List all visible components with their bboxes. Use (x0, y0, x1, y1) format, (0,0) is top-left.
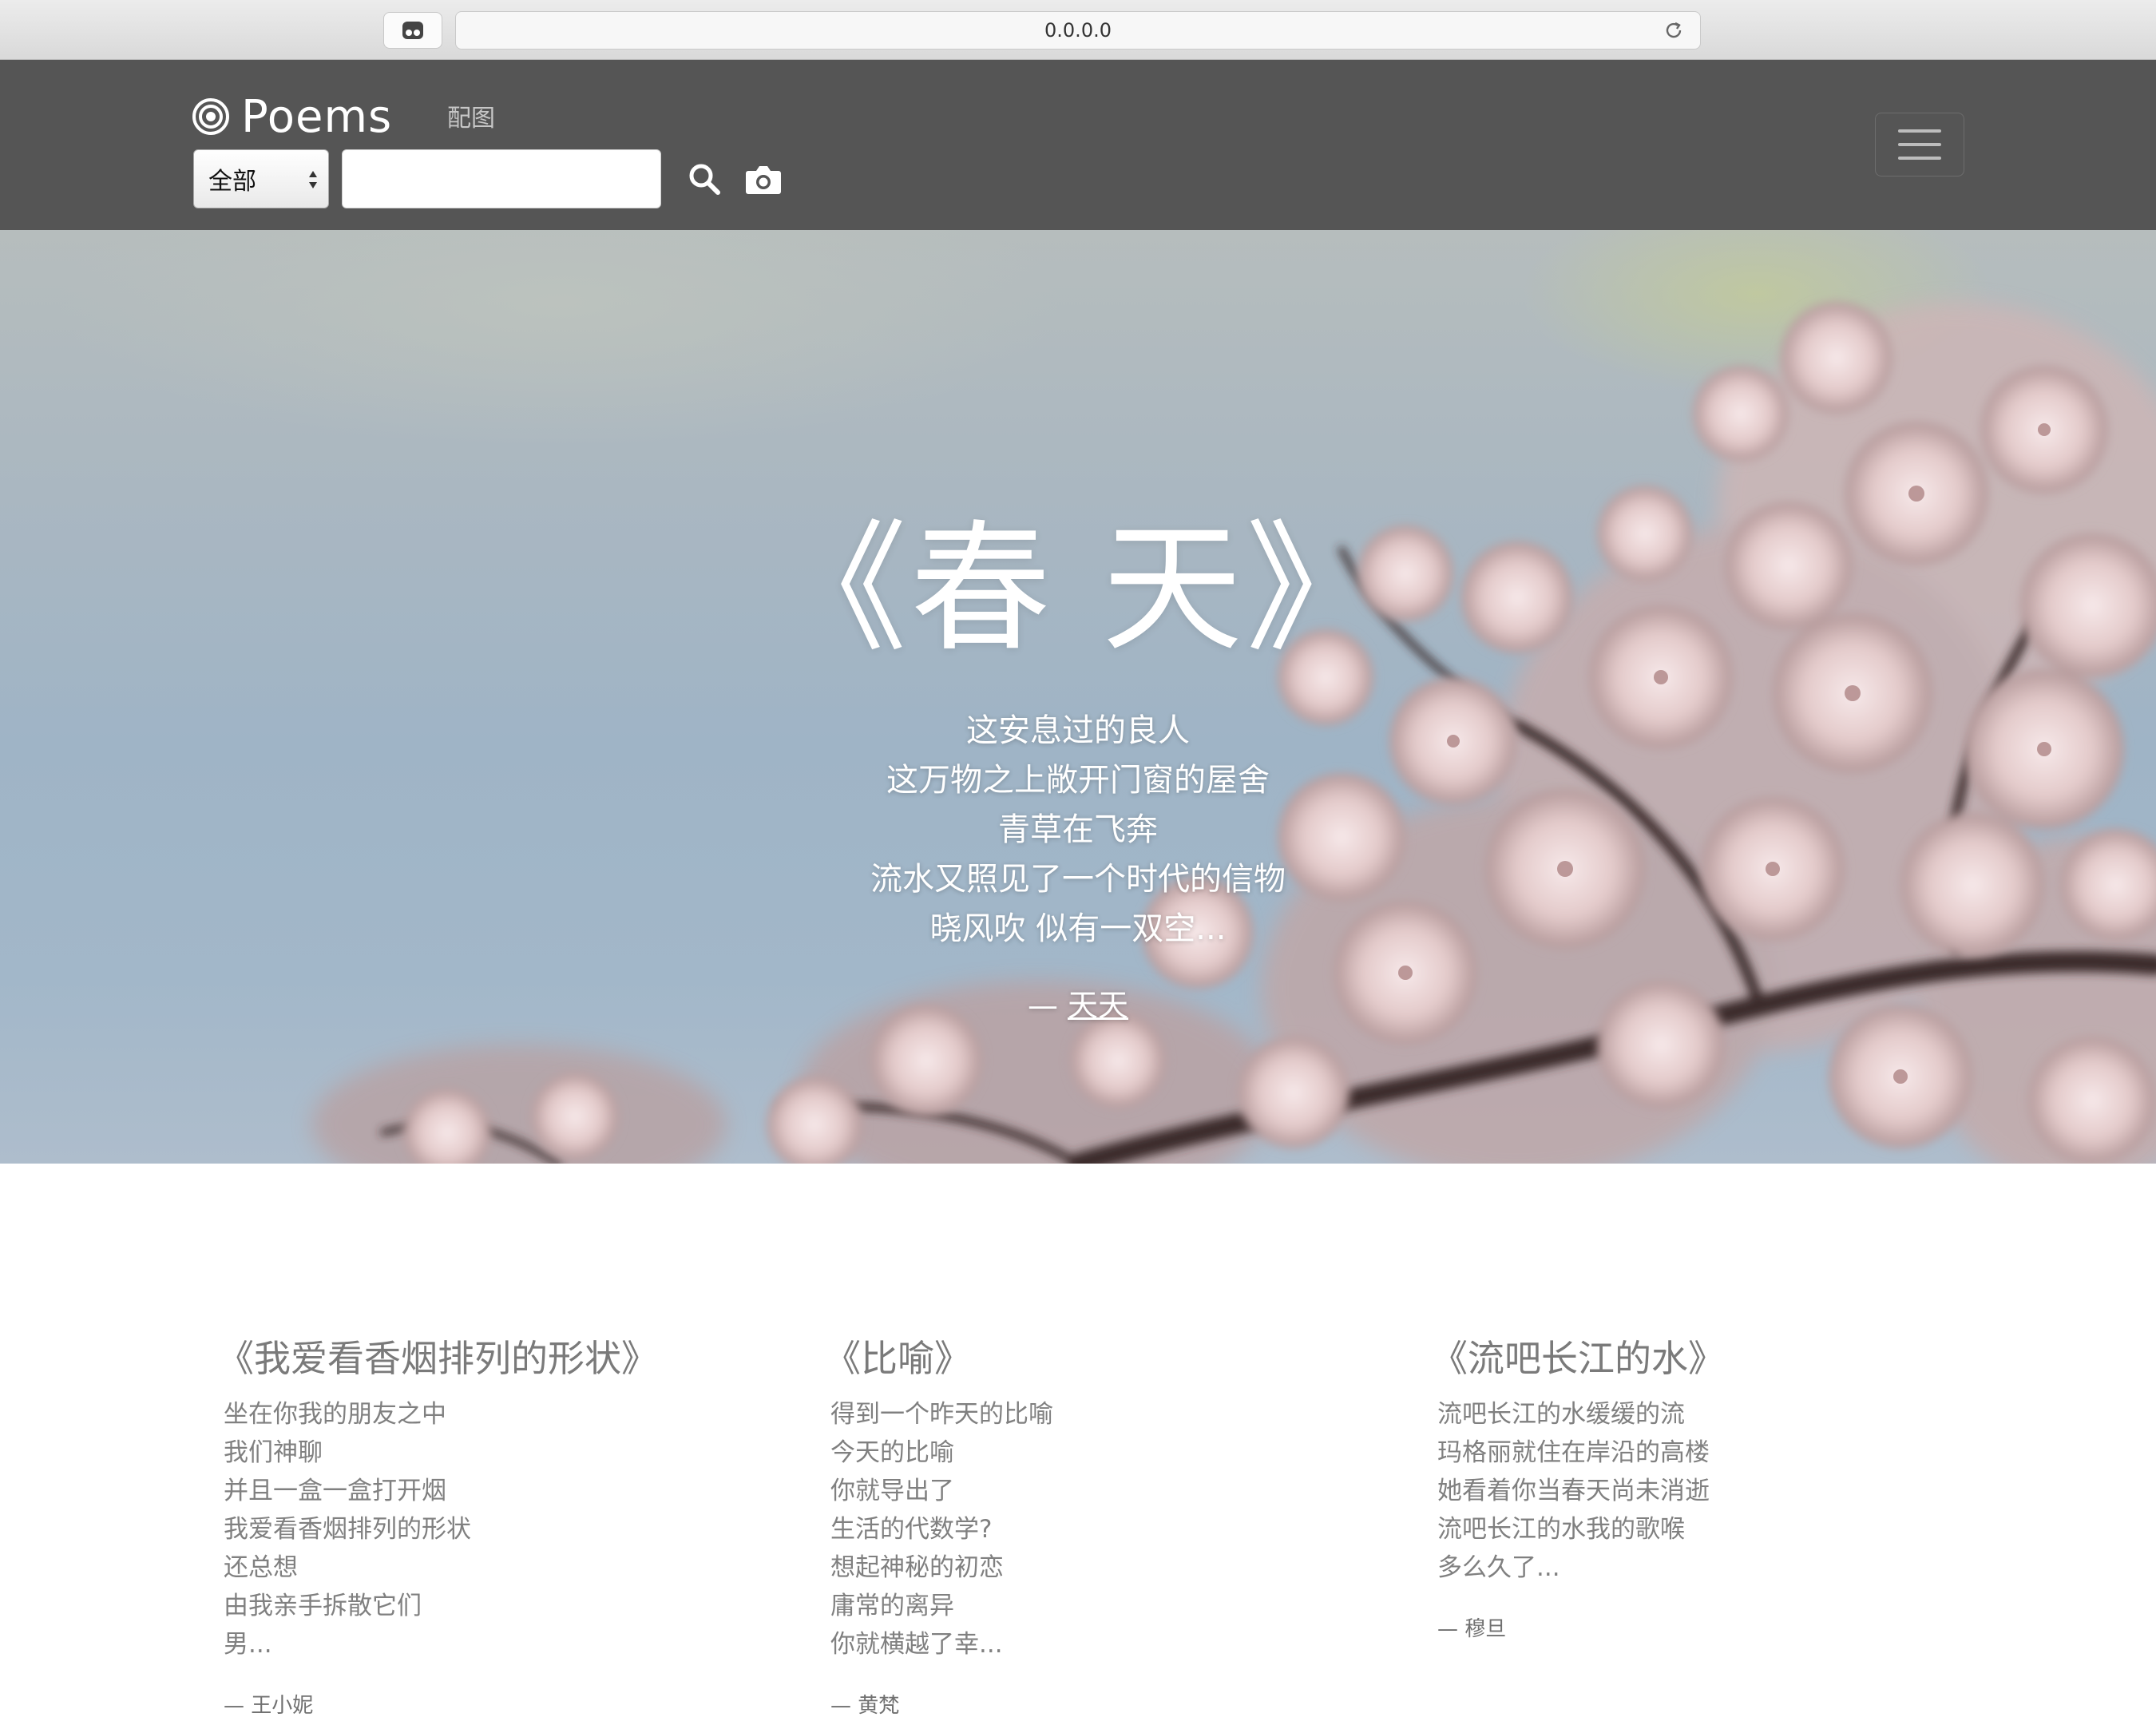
poem-line: 玛格丽就住在岸沿的高楼 (1437, 1438, 1710, 1467)
poem-line: 多么久了... (1437, 1553, 1560, 1582)
featured-poem-line: 晓风吹 似有一双空... (929, 910, 1227, 947)
poem-line: 坐在你我的朋友之中 (224, 1400, 446, 1429)
poem-line: 流吧长江的水我的歌喉 (1437, 1515, 1685, 1544)
featured-poem-byline: — 天天 (0, 981, 2156, 1025)
poem-excerpt: 坐在你我的朋友之中 我们神聊 并且一盒一盒打开烟 我爱看香烟排列的形状 还总想 … (224, 1395, 783, 1664)
camera-button[interactable] (744, 162, 783, 197)
poem-line: 庸常的离异 (830, 1592, 954, 1620)
poem-line: 我爱看香烟排列的形状 (224, 1515, 471, 1544)
address-bar[interactable]: 0.0.0.0 (455, 11, 1701, 50)
poem-card: 《我爱看香烟排列的形状》 坐在你我的朋友之中 我们神聊 并且一盒一盒打开烟 我爱… (217, 1330, 783, 1719)
site-navbar: Poems 配图 全部 (0, 60, 2156, 230)
poem-card: 《流吧长江的水》 流吧长江的水缓缓的流 玛格丽就住在岸沿的高楼 她看着你当春天尚… (1431, 1330, 1996, 1642)
featured-poem-line: 青草在飞奔 (998, 811, 1158, 848)
poem-line: 并且一盒一盒打开烟 (224, 1477, 446, 1505)
poem-excerpt: 流吧长江的水缓缓的流 玛格丽就住在岸沿的高楼 她看着你当春天尚未消逝 流吧长江的… (1437, 1395, 1996, 1587)
camera-icon (746, 165, 781, 194)
menu-toggle-button[interactable] (1875, 113, 1964, 176)
poem-line: 我们神聊 (224, 1438, 323, 1467)
featured-poem-title: 《春 天》 (767, 507, 1389, 671)
hamburger-bar (1898, 157, 1941, 160)
poem-line: 得到一个昨天的比喻 (830, 1400, 1053, 1429)
search-icon (689, 164, 720, 195)
poem-line: 流吧长江的水缓缓的流 (1437, 1400, 1685, 1429)
poem-line: 她看着你当春天尚未消逝 (1437, 1477, 1710, 1505)
select-arrows-icon (309, 171, 317, 188)
poem-line: 你就横越了幸... (830, 1630, 1003, 1659)
poem-line: 想起神秘的初恋 (830, 1553, 1004, 1582)
poem-author[interactable]: — 穆旦 (1437, 1612, 1996, 1642)
featured-poem: 《春 天》 这安息过的良人 这万物之上敞开门窗的屋舍 青草在飞奔 流水又照见了一… (0, 230, 2156, 1164)
poem-author[interactable]: — 黄梵 (830, 1689, 1389, 1719)
featured-poem-author-link[interactable]: 天天 (1068, 988, 1128, 1023)
featured-poem-lines: 这安息过的良人 这万物之上敞开门窗的屋舍 青草在飞奔 流水又照见了一个时代的信物… (0, 706, 2156, 954)
select-value: 全部 (208, 168, 256, 196)
poem-line: 你就导出了 (830, 1477, 954, 1505)
featured-poem-line: 这安息过的良人 (966, 712, 1190, 749)
poem-title-link[interactable]: 《我爱看香烟排列的形状》 (217, 1330, 783, 1387)
brand-link[interactable]: Poems (192, 89, 392, 145)
poem-line: 男... (224, 1630, 272, 1659)
brand-name: Poems (241, 90, 393, 143)
poem-card: 《比喻》 得到一个昨天的比喻 今天的比喻 你就导出了 生活的代数学? 想起神秘的… (824, 1330, 1389, 1719)
poem-excerpt: 得到一个昨天的比喻 今天的比喻 你就导出了 生活的代数学? 想起神秘的初恋 庸常… (830, 1395, 1389, 1664)
poem-line: 由我亲手拆散它们 (224, 1592, 422, 1620)
incognito-icon (402, 22, 423, 39)
poem-line: 今天的比喻 (830, 1438, 954, 1467)
search-input[interactable] (342, 149, 661, 208)
reload-icon[interactable] (1663, 20, 1684, 41)
extension-button[interactable] (383, 12, 442, 49)
hamburger-bar (1898, 129, 1941, 133)
hamburger-bar (1898, 143, 1941, 146)
featured-poem-line: 这万物之上敞开门窗的屋舍 (886, 762, 1270, 799)
hero-banner: 《春 天》 这安息过的良人 这万物之上敞开门窗的屋舍 青草在飞奔 流水又照见了一… (0, 230, 2156, 1164)
poem-author[interactable]: — 王小妮 (224, 1689, 783, 1719)
browser-toolbar: 0.0.0.0 (0, 0, 2156, 60)
search-category-select[interactable]: 全部 (193, 149, 329, 208)
url-text: 0.0.0.0 (1044, 19, 1112, 42)
featured-poem-line: 流水又照见了一个时代的信物 (870, 861, 1286, 898)
nav-link-illustrations[interactable]: 配图 (447, 98, 495, 133)
poem-line: 还总想 (224, 1553, 298, 1582)
poem-title-link[interactable]: 《比喻》 (824, 1330, 1389, 1387)
search-button[interactable] (685, 161, 723, 199)
byline-dash: — (1027, 988, 1068, 1023)
poem-title-link[interactable]: 《流吧长江的水》 (1431, 1330, 1996, 1387)
poem-line: 生活的代数学? (830, 1515, 993, 1544)
target-logo-icon (192, 98, 229, 135)
